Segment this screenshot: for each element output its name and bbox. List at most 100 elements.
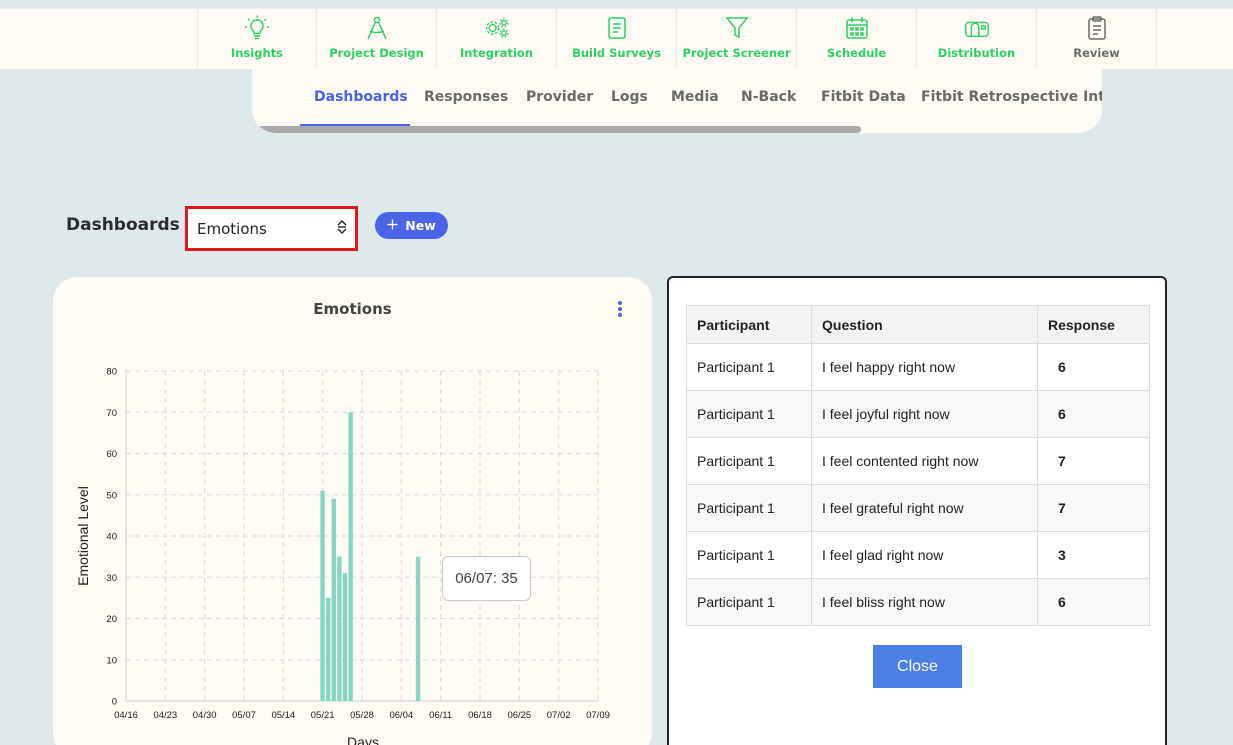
nav-review[interactable]: Review [1037,9,1157,70]
mailbox-icon [964,15,990,41]
tab-n-back[interactable]: N-Back [741,89,796,105]
nav-label: Distribution [937,46,1016,60]
new-dashboard-button[interactable]: New [375,212,448,239]
chart-bar [337,556,342,701]
table-row: Participant 1I feel contented right now 7 [686,437,1150,485]
x-tick-label: 04/30 [193,710,217,721]
participant-cell: Participant 1 [686,531,812,579]
nav-schedule[interactable]: Schedule [797,9,917,70]
y-axis-label: Emotional Level [75,486,91,586]
clipboard-icon [1084,15,1110,41]
x-tick-label: 04/23 [153,710,177,721]
chart-tooltip: 06/07: 35 [442,556,531,601]
question-cell: I feel joyful right now [811,390,1038,438]
lightbulb-icon [244,15,270,41]
y-tick-label: 30 [106,573,117,584]
question-cell: I feel bliss right now [811,578,1038,626]
compass-icon [364,15,390,41]
response-cell: 3 [1037,531,1150,579]
page-title: Dashboards [66,215,180,235]
question-cell: I feel glad right now [811,531,1038,579]
tabs-scrollbar[interactable] [252,126,861,133]
table-row: Participant 1I feel grateful right now 7 [686,484,1150,532]
new-button-label: New [405,218,436,233]
y-tick-label: 80 [106,367,117,378]
nav-label: Project Screener [682,46,791,60]
x-tick-label: 07/09 [586,710,610,721]
x-tick-label: 06/18 [468,710,492,721]
nav-insights[interactable]: Insights [197,9,317,70]
table-row: Participant 1I feel bliss right now 6 [686,578,1150,626]
calendar-icon [844,15,870,41]
table-row: Participant 1I feel happy right now 6 [686,343,1150,391]
question-cell: I feel grateful right now [811,484,1038,532]
sub-tabs: Dashboards Responses Provider Logs Media… [252,69,1102,133]
chart-bar [348,412,353,701]
nav-integration[interactable]: Integration [437,9,557,70]
x-tick-label: 06/04 [389,710,413,721]
nav-project-screener[interactable]: Project Screener [677,9,797,70]
plus-icon [387,218,398,233]
tab-logs[interactable]: Logs [611,89,648,105]
tab-responses[interactable]: Responses [424,89,508,105]
y-tick-label: 20 [106,614,117,625]
gears-icon [484,15,510,41]
chart-bar [331,498,336,701]
nav-label: Build Surveys [572,46,661,60]
y-tick-label: 0 [112,697,117,708]
nav-label: Project Design [329,46,424,60]
x-tick-label: 06/25 [507,710,531,721]
response-cell: 6 [1037,343,1150,391]
table-row: Participant 1I feel glad right now 3 [686,531,1150,579]
x-tick-label: 05/07 [232,710,256,721]
up-down-chevron-icon [336,219,348,239]
x-axis-label: Days [347,734,379,745]
response-cell: 6 [1037,390,1150,438]
x-tick-label: 04/16 [114,710,138,721]
nav-build-surveys[interactable]: Build Surveys [557,9,677,70]
nav-label: Review [1073,46,1120,60]
y-tick-label: 50 [106,490,117,501]
tab-media[interactable]: Media [671,89,719,105]
y-tick-label: 40 [106,532,117,543]
chart-title: Emotions [313,300,392,318]
participant-cell: Participant 1 [686,390,812,438]
nav-distribution[interactable]: Distribution [917,9,1037,70]
x-tick-label: 06/11 [429,710,452,721]
participant-cell: Participant 1 [686,343,812,391]
close-button[interactable]: Close [873,645,962,688]
response-cell: 7 [1037,437,1150,485]
question-cell: I feel happy right now [811,343,1038,391]
column-header: Participant [686,305,812,344]
responses-modal: Participant Question Response Participan… [667,276,1167,745]
tab-dashboards[interactable]: Dashboards [314,89,408,105]
participant-cell: Participant 1 [686,578,812,626]
chart-bar [320,490,325,701]
column-header: Question [811,305,1038,344]
bar-chart: 0 10 20 30 40 50 60 70 80 04/16 04/23 04/30 05/07 05/… [75,367,610,745]
nav-label: Insights [230,46,283,60]
emotions-chart-card: 0 10 20 30 40 50 60 70 80 04/16 04/23 04/30 05/07 05/… [53,277,652,745]
table-header-row: Participant Question Response [686,305,1150,344]
tab-fitbit-retrospective[interactable]: Fitbit Retrospective Intrad [921,89,1102,105]
dashboard-select[interactable]: Emotions [193,211,350,246]
responses-table: Participant Question Response Participan… [686,305,1150,626]
nav-label: Schedule [826,46,887,60]
x-tick-label: 05/21 [311,710,335,721]
tab-fitbit-data[interactable]: Fitbit Data [821,89,906,105]
participant-cell: Participant 1 [686,484,812,532]
form-icon [604,15,630,41]
x-tick-label: 05/14 [271,710,295,721]
participant-cell: Participant 1 [686,437,812,485]
chart-bar [342,573,348,701]
dashboard-select-value: Emotions [197,219,267,238]
table-row: Participant 1I feel joyful right now 6 [686,390,1150,438]
top-navigation: Insights Project Design Integration Buil… [0,8,1233,70]
response-cell: 6 [1037,578,1150,626]
nav-project-design[interactable]: Project Design [317,9,437,70]
more-options-icon[interactable] [615,301,625,321]
column-header: Response [1037,305,1150,344]
response-cell: 7 [1037,484,1150,532]
tab-provider[interactable]: Provider [526,89,593,105]
y-tick-label: 60 [106,449,117,460]
